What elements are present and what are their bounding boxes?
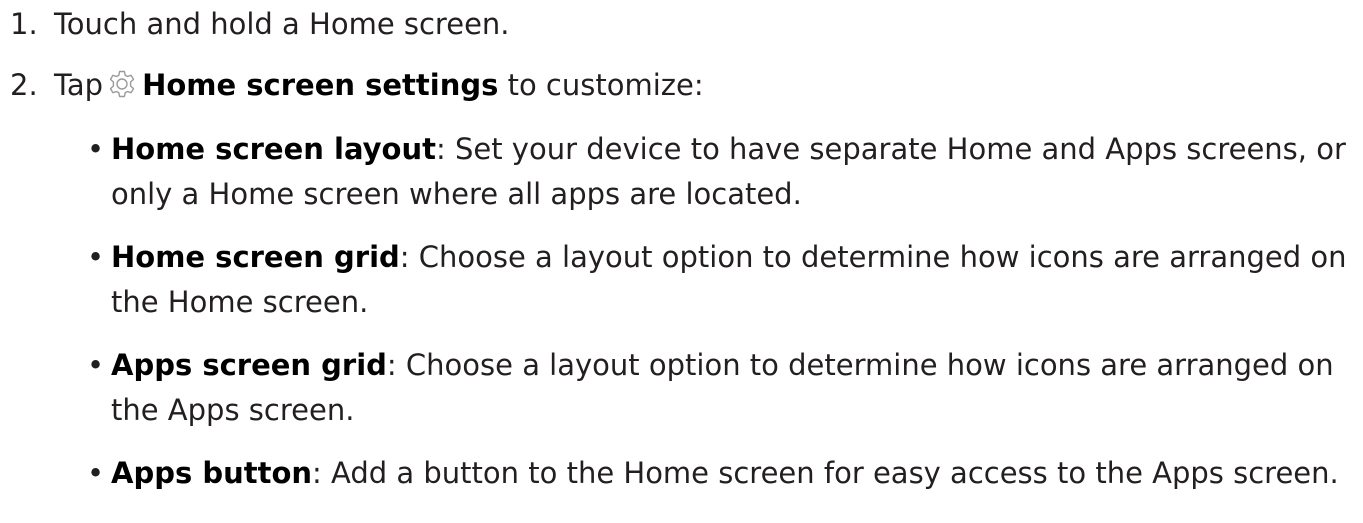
- option-description: : Add a button to the Home screen for ea…: [312, 456, 1339, 490]
- step-1: 1. Touch and hold a Home screen.: [10, 2, 510, 47]
- option-term: Apps button: [111, 456, 313, 490]
- list-item: • Apps screen grid: Choose a layout optio…: [87, 343, 1351, 433]
- option-term: Home screen layout: [111, 132, 436, 166]
- step-number: 2.: [10, 68, 38, 102]
- instruction-document: 1. Touch and hold a Home screen. 2. Tap Hom…: [0, 0, 1363, 523]
- option-term: Home screen grid: [111, 240, 400, 274]
- bullet-glyph: •: [87, 456, 105, 490]
- step-2: 2. Tap Home screen settings to customize:: [10, 63, 704, 108]
- list-item: • Home screen layout: Set your device to …: [87, 127, 1351, 217]
- bullet-glyph: •: [87, 348, 105, 382]
- option-term: Apps screen grid: [111, 348, 387, 382]
- step-prefix: Tap: [54, 68, 104, 102]
- step-text: Touch and hold a Home screen.: [54, 7, 510, 41]
- bullet-glyph: •: [87, 132, 105, 166]
- bullet-glyph: •: [87, 240, 105, 274]
- list-item: • Home screen grid: Choose a layout optio…: [87, 235, 1351, 325]
- home-screen-settings-label: Home screen settings: [142, 68, 499, 102]
- settings-options-list: • Home screen layout: Set your device to …: [87, 127, 1351, 514]
- step-number: 1.: [10, 7, 38, 41]
- gear-icon: [106, 68, 138, 100]
- step-suffix: to customize:: [507, 68, 704, 102]
- list-item: • Apps button: Add a button to the Home s…: [87, 451, 1351, 496]
